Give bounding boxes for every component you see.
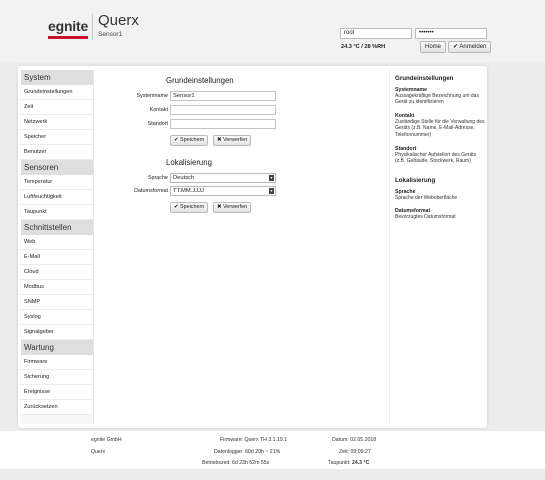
product-name: Querx: [98, 12, 139, 29]
help-kontakt-desc: Zuständige Stelle für die Verwaltung des…: [395, 119, 485, 138]
date-format-row: Datumsformat TT.MM.JJJJ ▾: [114, 186, 294, 196]
sidebar-item-taupunkt[interactable]: Taupunkt: [21, 205, 93, 220]
language-select-value: Deutsch: [173, 175, 195, 181]
sidebar-item-zuruecksetzen[interactable]: Zurücksetzen: [21, 400, 93, 415]
sidebar-section-system: System: [21, 70, 93, 85]
sidebar-item-syslog[interactable]: Syslog: [21, 310, 93, 325]
help-systemname-desc: Aussagekräftige Bezeichnung um das Gerät…: [395, 93, 479, 106]
localization-title: Lokalisierung: [166, 158, 212, 167]
footer: egnite GmbH Querx Firmware: Querx TH 3.1…: [0, 431, 545, 469]
systemname-input[interactable]: Sensor1: [170, 91, 276, 101]
systemname-row: Systemname Sensor1: [114, 91, 294, 101]
help-title-basic: Grundeinstellungen: [395, 75, 454, 82]
sidebar-item-ereignisse[interactable]: Ereignisse: [21, 385, 93, 400]
device-name: Sensor1: [98, 31, 123, 38]
egnite-logo[interactable]: egnite: [48, 18, 88, 34]
standort-input[interactable]: [170, 119, 276, 129]
sidebar-item-benutzer[interactable]: Benutzer: [21, 145, 93, 160]
discard-localization-button[interactable]: ✖ Verwerfen: [213, 202, 252, 213]
footer-dewpoint: Taupunkt: 24.3 °C: [328, 460, 369, 466]
select-arrow-icon: ▾: [269, 175, 274, 181]
footer-uptime: Betriebszeit: 6d 23h 52m 55s: [202, 460, 270, 466]
footer-dewpoint-value: 24.3 °C: [351, 460, 370, 466]
help-datum-desc: Bevorzugtes Datumsformat: [395, 214, 456, 220]
sidebar-item-snmp[interactable]: SNMP: [21, 295, 93, 310]
date-format-select-value: TT.MM.JJJJ: [173, 188, 204, 194]
kontakt-label: Kontakt: [149, 107, 168, 113]
kontakt-input[interactable]: [170, 105, 276, 115]
sidebar-item-luftfeuchtigkeit[interactable]: Luftfeuchtigkeit: [21, 190, 93, 205]
discard-basic-button[interactable]: ✖ Verwerfen: [213, 135, 252, 146]
home-button[interactable]: Home: [420, 41, 447, 53]
sidebar-section-sensoren: Sensoren: [21, 160, 93, 175]
header-divider: [92, 14, 93, 40]
footer-company: egnite GmbH: [91, 437, 122, 443]
basic-settings-title: Grundeinstellungen: [166, 76, 234, 85]
sidebar-item-email[interactable]: E-Mail: [21, 250, 93, 265]
sidebar-item-firmware[interactable]: Firmware: [21, 355, 93, 370]
language-row: Sprache Deutsch ▾: [114, 173, 294, 183]
sidebar-item-temperatur[interactable]: Temperatur: [21, 175, 93, 190]
content-panel: System Grundeinstellungen Zeit Netzwerk …: [18, 66, 487, 428]
footer-date: Datum: 02.05.2018: [332, 437, 377, 443]
logo-underline: [48, 36, 88, 39]
language-label: Sprache: [147, 175, 168, 181]
systemname-label: Systemname: [136, 93, 168, 99]
sidebar-item-signalgeber[interactable]: Signalgeber: [21, 325, 93, 340]
kontakt-row: Kontakt: [114, 105, 294, 115]
help-panel: Grundeinstellungen Systemname Aussagekrä…: [389, 70, 485, 424]
standort-label: Standort: [147, 121, 168, 127]
footer-datalogger: Datenlogger: 60d 20h ~ 21%: [214, 449, 281, 455]
standort-row: Standort: [114, 119, 294, 129]
footer-time: Zeit: 09:09:27: [339, 449, 371, 455]
sidebar-item-netzwerk[interactable]: Netzwerk: [21, 115, 93, 130]
help-sprache-desc: Sprache der Weboberfläche: [395, 195, 458, 201]
sidebar-item-sicherung[interactable]: Sicherung: [21, 370, 93, 385]
sidebar-item-cloud[interactable]: Cloud: [21, 265, 93, 280]
header: egnite Querx Sensor1 root ••••••• 24.3 °…: [0, 0, 545, 62]
sidebar-section-wartung: Wartung: [21, 340, 93, 355]
save-basic-button[interactable]: ✔ Speichern: [170, 135, 209, 146]
sidebar-section-schnittstellen: Schnittstellen: [21, 220, 93, 235]
footer-firmware: Firmware: Querx TH 3.1.19.1: [220, 437, 288, 443]
sidebar-item-web[interactable]: Web: [21, 235, 93, 250]
help-title-localization: Lokalisierung: [395, 177, 436, 184]
sidebar-item-modbus[interactable]: Modbus: [21, 280, 93, 295]
date-format-label: Datumsformat: [134, 188, 168, 194]
username-field[interactable]: root: [340, 28, 412, 39]
language-select[interactable]: Deutsch ▾: [170, 173, 276, 183]
sidebar-item-zeit[interactable]: Zeit: [21, 100, 93, 115]
help-standort-desc: Physikalischer Aufstellort des Geräts (z…: [395, 152, 477, 165]
save-localization-button[interactable]: ✔ Speichern: [170, 202, 209, 213]
footer-dewpoint-label: Taupunkt:: [328, 460, 351, 466]
sidebar-item-speicher[interactable]: Speicher: [21, 130, 93, 145]
date-format-select[interactable]: TT.MM.JJJJ ▾: [170, 186, 276, 196]
sidebar: System Grundeinstellungen Zeit Netzwerk …: [21, 70, 94, 424]
sidebar-item-grundeinstellungen[interactable]: Grundeinstellungen: [21, 85, 93, 100]
password-field[interactable]: •••••••: [415, 28, 487, 39]
select-arrow-icon: ▾: [269, 188, 274, 194]
sensor-reading: 24.3 °C / 28 %RH: [341, 44, 386, 50]
login-button[interactable]: ✔ Anmelden: [448, 41, 492, 53]
footer-product: Querx: [91, 449, 106, 455]
